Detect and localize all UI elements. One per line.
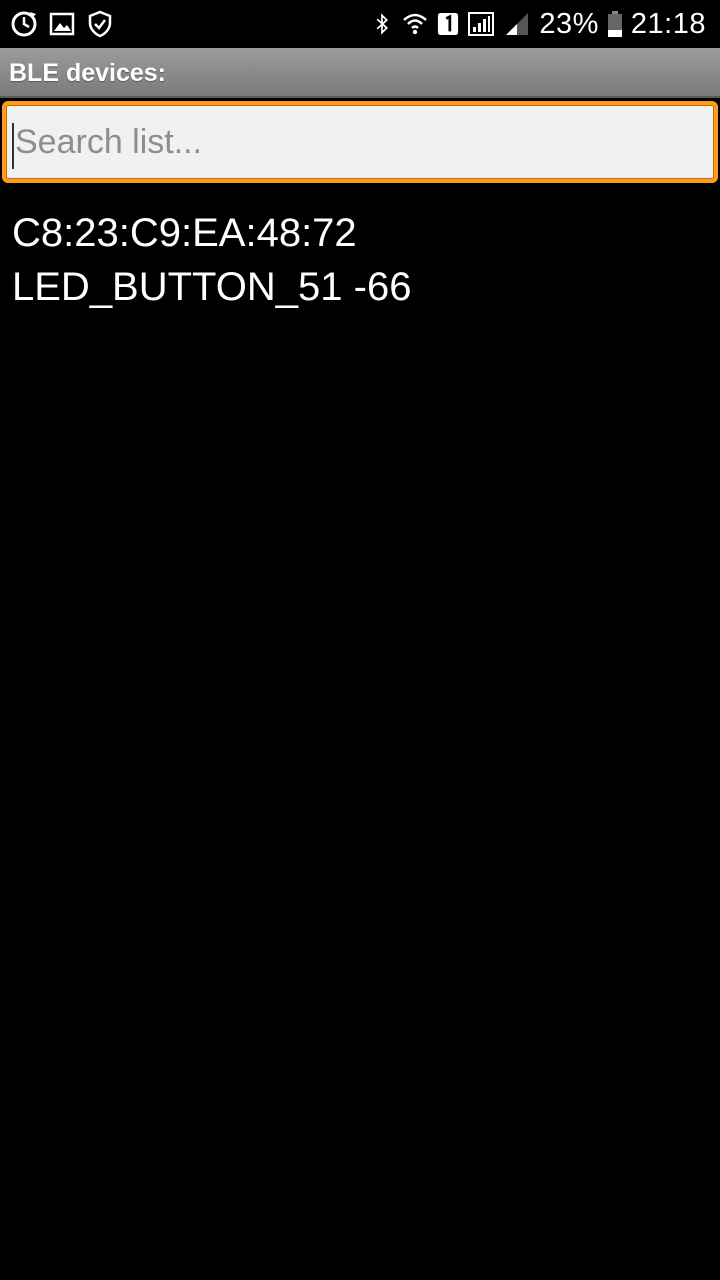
wifi-icon: [403, 13, 428, 35]
status-bar-left: [10, 8, 114, 40]
image-icon: [49, 12, 75, 36]
bluetooth-icon: [377, 13, 389, 35]
sim-1-icon: [438, 13, 459, 35]
sync-icon: [11, 11, 37, 37]
app-title-bar: BLE devices:: [0, 48, 720, 98]
shield-check-icon: [88, 10, 112, 38]
search-input[interactable]: [2, 101, 718, 183]
device-list: C8:23:C9:EA:48:72 LED_BUTTON_51 -66: [0, 200, 720, 320]
list-item[interactable]: C8:23:C9:EA:48:72 LED_BUTTON_51 -66: [0, 200, 720, 320]
text-cursor: [12, 123, 14, 169]
status-bar: 23% 21:18: [0, 0, 720, 48]
device-address: C8:23:C9:EA:48:72: [12, 211, 357, 255]
status-bar-right: 23% 21:18: [371, 8, 706, 40]
device-name-rssi: LED_BUTTON_51 -66: [12, 265, 412, 309]
page-title: BLE devices:: [9, 59, 167, 87]
battery-icon: [607, 11, 622, 37]
signal-weak-icon: [506, 13, 529, 35]
clock: 21:18: [630, 8, 706, 40]
signal-icon: [468, 12, 495, 36]
search-container: [0, 98, 720, 186]
battery-percent: 23%: [539, 8, 599, 40]
